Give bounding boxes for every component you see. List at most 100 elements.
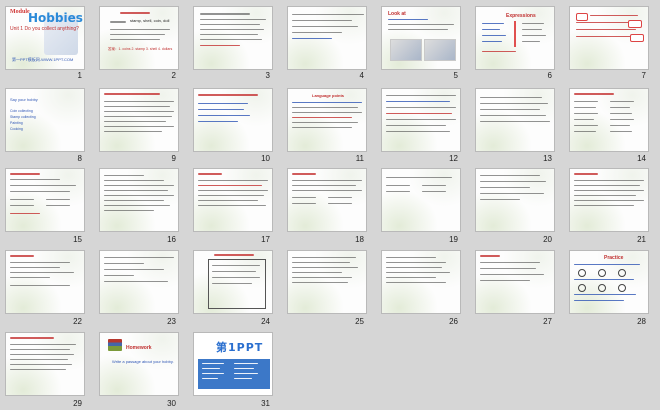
- slide-thumbnail-21[interactable]: [569, 168, 649, 232]
- slide-number: 21: [637, 235, 646, 244]
- slide-heading: Language points: [312, 93, 344, 98]
- slide-number: 10: [261, 154, 270, 163]
- slide-18-preview: [287, 168, 367, 232]
- slide-thumbnail-13[interactable]: [475, 88, 555, 152]
- slide-number: 19: [449, 235, 458, 244]
- slide-8-preview: Say your hobby Coin collecting Stamp col…: [5, 88, 85, 152]
- slide-thumbnail-16[interactable]: [99, 168, 179, 232]
- slide-number: 14: [637, 154, 646, 163]
- slide-11-preview: Language points: [287, 88, 367, 152]
- slide-number: 6: [547, 71, 552, 80]
- slide-thumbnail-19[interactable]: [381, 168, 461, 232]
- hobby-item: Stamp collecting: [10, 115, 36, 119]
- slide-number: 8: [77, 154, 82, 163]
- slide-thumbnail-6[interactable]: Expressions: [475, 6, 555, 70]
- slide-thumbnail-17[interactable]: [193, 168, 273, 232]
- slide-thumbnail-4[interactable]: [287, 6, 367, 70]
- slide-22-preview: [5, 250, 85, 314]
- slide-thumbnail-8[interactable]: Say your hobby Coin collecting Stamp col…: [5, 88, 85, 152]
- slide-thumbnail-3[interactable]: [193, 6, 273, 70]
- vocabulary-words: stamp, shell, coin, doll: [130, 18, 170, 23]
- slide-heading: Look at: [388, 11, 406, 17]
- slide-heading: Practice: [604, 255, 624, 261]
- slide-5-preview: Look at: [381, 6, 461, 70]
- hobby-item: Cooking: [10, 127, 23, 131]
- slide-thumbnail-18[interactable]: [287, 168, 367, 232]
- slide-thumbnail-7[interactable]: [569, 6, 649, 70]
- slide-3-preview: [193, 6, 273, 70]
- slide-number: 5: [453, 71, 458, 80]
- slide-number: 23: [167, 317, 176, 326]
- module-label: Module: [10, 9, 30, 15]
- slide-number: 29: [73, 399, 82, 408]
- slide-number: 18: [355, 235, 364, 244]
- slide-10-preview: [193, 88, 273, 152]
- slide-number: 17: [261, 235, 270, 244]
- slide-number: 11: [355, 154, 364, 163]
- slide-thumbnail-30[interactable]: Homework Write a passage about your hobb…: [99, 332, 179, 396]
- slide-number: 26: [449, 317, 458, 326]
- slide-thumbnail-27[interactable]: [475, 250, 555, 314]
- slide-thumbnail-2[interactable]: stamp, shell, coin, doll 答案：1. coins 2. …: [99, 6, 179, 70]
- slide-number: 9: [171, 154, 176, 163]
- slide-number: 7: [641, 71, 646, 80]
- slide-14-preview: [569, 88, 649, 152]
- slide-thumbnail-28[interactable]: Practice: [569, 250, 649, 314]
- books-icon: [108, 339, 122, 351]
- slide-19-preview: [381, 168, 461, 232]
- slide-thumbnail-22[interactable]: [5, 250, 85, 314]
- slide-24-preview: [193, 250, 273, 314]
- slide-number: 15: [73, 235, 82, 244]
- slide-thumbnail-12[interactable]: [381, 88, 461, 152]
- slide-thumbnail-31[interactable]: 第1PPT: [193, 332, 273, 396]
- slide-sorter: Module Hobbies Unit 1 Do you collect any…: [0, 0, 660, 410]
- slide-thumbnail-25[interactable]: [287, 250, 367, 314]
- slide-heading: Say your hobby: [10, 97, 38, 102]
- slide-thumbnail-29[interactable]: [5, 332, 85, 396]
- slide-30-preview: Homework Write a passage about your hobb…: [99, 332, 179, 396]
- slide-21-preview: [569, 168, 649, 232]
- photo-image: [424, 39, 456, 61]
- slide-heading: Homework: [126, 345, 152, 351]
- slide-12-preview: [381, 88, 461, 152]
- slide-number: 4: [359, 71, 364, 80]
- slide-26-preview: [381, 250, 461, 314]
- slide-20-preview: [475, 168, 555, 232]
- slide-number: 31: [261, 399, 270, 408]
- slide-31-preview: 第1PPT: [193, 332, 273, 396]
- slide-thumbnail-14[interactable]: [569, 88, 649, 152]
- slide-thumbnail-1[interactable]: Module Hobbies Unit 1 Do you collect any…: [5, 6, 85, 70]
- slide-number: 24: [261, 317, 270, 326]
- photo-image: [390, 39, 422, 61]
- homework-text: Write a passage about your hobby.: [112, 359, 174, 364]
- slide-thumbnail-10[interactable]: [193, 88, 273, 152]
- slide-29-preview: [5, 332, 85, 396]
- slide-number: 28: [637, 317, 646, 326]
- slide-thumbnail-20[interactable]: [475, 168, 555, 232]
- slide-17-preview: [193, 168, 273, 232]
- slide-thumbnail-11[interactable]: Language points: [287, 88, 367, 152]
- slide-4-preview: [287, 6, 367, 70]
- slide-28-preview: Practice: [569, 250, 649, 314]
- slide-footer: 第一PPT模板网-WWW.1PPT.COM: [12, 57, 74, 62]
- slide-thumbnail-9[interactable]: [99, 88, 179, 152]
- slide-2-preview: stamp, shell, coin, doll 答案：1. coins 2. …: [99, 6, 179, 70]
- slide-number: 2: [171, 71, 176, 80]
- slide-thumbnail-23[interactable]: [99, 250, 179, 314]
- answer-text: 答案：1. coins 2. stamp 3. shell 4. dollars: [108, 47, 173, 51]
- slide-9-preview: [99, 88, 179, 152]
- slide-number: 22: [73, 317, 82, 326]
- slide-thumbnail-15[interactable]: [5, 168, 85, 232]
- ppt-info-panel: [198, 359, 270, 389]
- slide-number: 16: [167, 235, 176, 244]
- slide-25-preview: [287, 250, 367, 314]
- slide-23-preview: [99, 250, 179, 314]
- slide-thumbnail-26[interactable]: [381, 250, 461, 314]
- slide-1-preview: Module Hobbies Unit 1 Do you collect any…: [5, 6, 85, 70]
- slide-27-preview: [475, 250, 555, 314]
- slide-thumbnail-5[interactable]: Look at: [381, 6, 461, 70]
- slide-thumbnail-24[interactable]: [193, 250, 273, 314]
- slide-heading: Expressions: [506, 13, 536, 19]
- slide-15-preview: [5, 168, 85, 232]
- slide-6-preview: Expressions: [475, 6, 555, 70]
